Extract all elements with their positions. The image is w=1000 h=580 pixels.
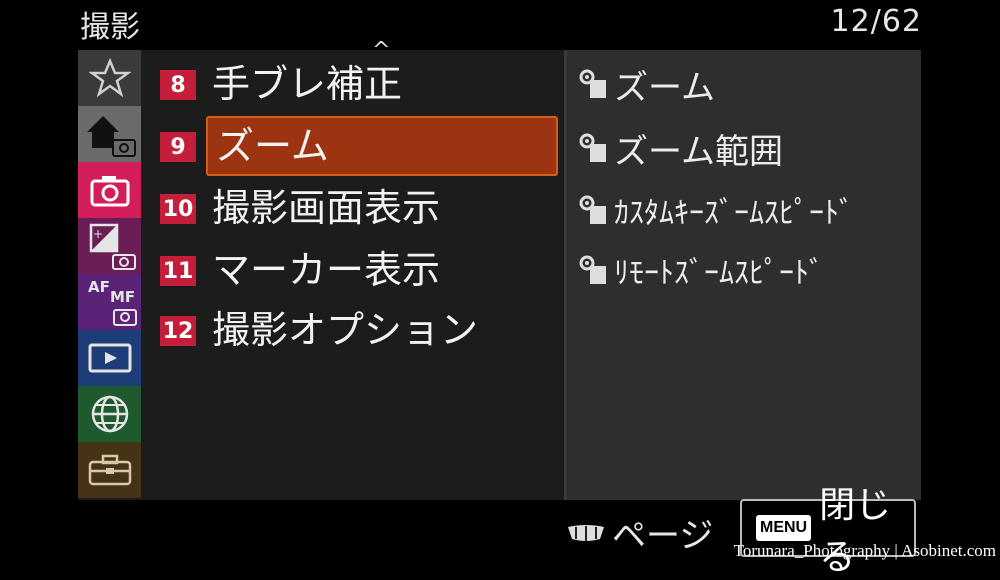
- dial-icon: [568, 524, 604, 541]
- menu-item-label: ズーム: [216, 124, 329, 168]
- submenu-item-label: ズーム: [614, 67, 715, 108]
- globe-icon: [91, 395, 128, 433]
- menu-item-8[interactable]: 8 手ブレ補正: [160, 56, 560, 112]
- menu-item-12[interactable]: 12 撮影オプション: [160, 302, 560, 358]
- tab-main[interactable]: [78, 106, 141, 162]
- svg-text:+: +: [93, 227, 103, 241]
- tab-exposure[interactable]: +: [78, 218, 141, 274]
- submenu-item-remote-zoom-speed[interactable]: ﾘﾓｰﾄｽﾞｰﾑｽﾋﾟｰﾄﾞ: [578, 242, 824, 298]
- watermark: Torunara_Photography | Asobinet.com: [733, 541, 996, 560]
- svg-text:MF: MF: [110, 288, 135, 306]
- submenu-item-zoom-range[interactable]: ズーム範囲: [578, 120, 783, 176]
- menu-badge: MENU: [756, 515, 812, 541]
- tab-favorites[interactable]: [78, 50, 141, 106]
- page-navigation[interactable]: ページ: [566, 508, 713, 557]
- star-icon: [88, 58, 131, 98]
- menu-item-label: 撮影オプション: [212, 308, 479, 352]
- submenu-item-label: ﾘﾓｰﾄｽﾞｰﾑｽﾋﾟｰﾄﾞ: [614, 256, 824, 291]
- page-label: ページ: [612, 516, 714, 556]
- submenu-item-label: ズーム範囲: [614, 131, 783, 172]
- menu-item-10[interactable]: 10 撮影画面表示: [160, 180, 560, 236]
- close-label: 閉じる: [819, 485, 892, 578]
- menu-item-number: 12: [160, 316, 196, 346]
- submenu-item-label: ｶｽﾀﾑｷｰｽﾞｰﾑｽﾋﾟｰﾄﾞ: [614, 196, 854, 231]
- sidebar: + AF MF: [78, 50, 141, 500]
- svg-text:AF: AF: [88, 278, 110, 296]
- submenu-item-custom-key-zoom-speed[interactable]: ｶｽﾀﾑｷｰｽﾞｰﾑｽﾋﾟｰﾄﾞ: [578, 182, 854, 238]
- camera-settings-icon: [579, 195, 606, 224]
- camera-settings-icon: [579, 255, 606, 284]
- camera-settings-icon: [579, 133, 606, 162]
- tab-playback[interactable]: [78, 330, 141, 386]
- menu-item-number: 11: [160, 256, 196, 286]
- tab-network[interactable]: [78, 386, 141, 442]
- tab-focus[interactable]: AF MF: [78, 274, 141, 330]
- page-title: 撮影: [80, 10, 140, 45]
- tab-shooting[interactable]: [78, 162, 141, 218]
- menu-item-11[interactable]: 11 マーカー表示: [160, 242, 560, 298]
- tab-setup[interactable]: [78, 442, 141, 498]
- page-counter: 12/62: [830, 4, 922, 39]
- camera-icon: [90, 176, 129, 207]
- toolbox-icon: [88, 454, 131, 486]
- home-camera-icon: [86, 116, 136, 157]
- play-icon: [88, 343, 131, 373]
- menu-item-label: 手ブレ補正: [212, 62, 403, 106]
- menu-item-number: 10: [160, 194, 196, 224]
- camera-settings-icon: [579, 69, 606, 98]
- af-mf-camera-icon: AF MF: [88, 278, 137, 326]
- menu-item-label: 撮影画面表示: [212, 186, 441, 230]
- submenu-item-zoom[interactable]: ズーム: [578, 56, 715, 112]
- menu-item-label: マーカー表示: [212, 248, 441, 292]
- menu-item-9[interactable]: 9 ズーム: [160, 116, 560, 176]
- menu-item-number: 8: [160, 70, 196, 100]
- menu-item-number: 9: [160, 132, 196, 162]
- exposure-camera-icon: +: [89, 223, 136, 270]
